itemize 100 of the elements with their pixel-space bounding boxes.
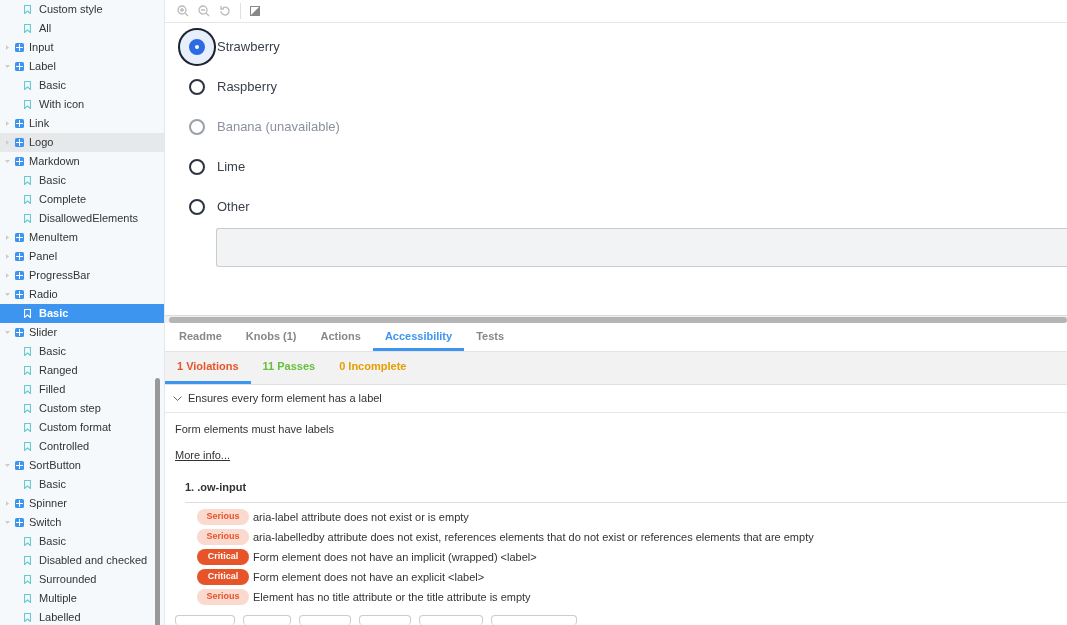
radio-button[interactable] (189, 158, 205, 175)
reset-icon[interactable] (219, 4, 231, 17)
grid-icon (15, 499, 24, 508)
zoom-out-icon[interactable] (198, 4, 210, 17)
sidebar-component[interactable]: Markdown (0, 152, 164, 171)
radio-button[interactable] (189, 78, 205, 95)
addon-tab[interactable]: Readme (167, 323, 234, 352)
sidebar-story[interactable]: Custom step (0, 399, 164, 418)
sidebar-component[interactable]: ProgressBar (0, 266, 164, 285)
sidebar-story[interactable]: Basic (0, 171, 164, 190)
bookmark-icon (24, 556, 31, 565)
bookmark-icon (24, 176, 31, 185)
sidebar-story[interactable]: Basic (0, 532, 164, 551)
caret-icon (5, 330, 10, 335)
bookmark-icon (24, 537, 31, 546)
caret-icon (5, 520, 10, 525)
sidebar-story[interactable]: Basic (0, 76, 164, 95)
sidebar-component[interactable]: Input (0, 38, 164, 57)
sidebar-story[interactable]: Controlled (0, 437, 164, 456)
sidebar-story[interactable]: Disabled and checked (0, 551, 164, 570)
scrollbar-thumb[interactable] (155, 378, 160, 625)
caret-icon (5, 292, 10, 297)
radio-label[interactable]: Raspberry (217, 77, 277, 97)
grid-icon (15, 62, 24, 71)
caret-icon (5, 140, 10, 145)
caret-icon (5, 159, 10, 164)
element-selector: 1. .ow-input (185, 481, 247, 494)
caret-icon (5, 463, 10, 468)
bookmark-icon (24, 423, 31, 432)
bookmark-icon (24, 404, 31, 413)
caret-icon (5, 235, 10, 240)
radio-label[interactable]: Strawberry (217, 37, 280, 57)
bookmark-icon (24, 24, 31, 33)
rule-title[interactable]: Ensures every form element has a label (188, 390, 382, 407)
bookmark-icon (24, 385, 31, 394)
grid-icon (15, 119, 24, 128)
bookmark-icon (24, 347, 31, 356)
grid-icon (15, 43, 24, 52)
sidebar-story[interactable]: Complete (0, 190, 164, 209)
more-info-link[interactable]: More info... (175, 449, 231, 461)
sidebar-story[interactable]: All (0, 19, 164, 38)
horizontal-scrollbar[interactable] (165, 314, 1067, 324)
grid-icon (15, 157, 24, 166)
addon-tab[interactable]: Tests (464, 323, 517, 352)
addon-tab[interactable]: Actions (308, 323, 373, 352)
sidebar-story[interactable]: Filled (0, 380, 164, 399)
grid-icon (15, 290, 24, 299)
grid-icon (15, 271, 24, 280)
radio-label[interactable]: Lime (217, 157, 246, 177)
sidebar-story[interactable]: Ranged (0, 361, 164, 380)
radio-label[interactable]: Other (217, 197, 250, 217)
grid-icon (15, 233, 24, 242)
grid-icon (15, 252, 24, 261)
caret-icon (5, 273, 10, 278)
grid-icon (15, 461, 24, 470)
contrast-icon[interactable] (250, 5, 260, 16)
grid-icon (15, 138, 24, 147)
impact-badge: Critical (197, 549, 249, 565)
sidebar-story[interactable]: Labelled (0, 608, 164, 625)
grid-icon (15, 328, 24, 337)
check-message: Element has no title attribute or the title attribute is empty (253, 589, 531, 605)
bookmark-icon (24, 100, 31, 109)
sidebar-story[interactable]: Surrounded (0, 570, 164, 589)
addon-tab[interactable]: Knobs (1) (233, 323, 309, 352)
check-message: aria-labelledby attribute does not exist, references elements that do not exist or references elements that are empty (253, 529, 814, 545)
sidebar-story[interactable]: Basic (0, 342, 164, 361)
bookmark-icon (24, 442, 31, 451)
radio-button[interactable] (189, 198, 205, 215)
impact-badge: Serious (197, 509, 249, 525)
bookmark-icon (24, 575, 31, 584)
caret-icon (5, 254, 10, 259)
sidebar-component[interactable]: SortButton (0, 456, 164, 475)
caret-icon (5, 121, 10, 126)
sidebar-component[interactable]: Label (0, 57, 164, 76)
sidebar-component[interactable]: Radio (0, 285, 164, 304)
sidebar-story[interactable]: Custom format (0, 418, 164, 437)
zoom-in-icon[interactable] (177, 4, 189, 17)
sidebar-component[interactable]: MenuItem (0, 228, 164, 247)
sidebar-story[interactable]: Custom style (0, 0, 164, 19)
sidebar-story[interactable]: Multiple (0, 589, 164, 608)
sidebar-component[interactable]: Logo (0, 133, 164, 152)
sidebar-component[interactable]: Spinner (0, 494, 164, 513)
bookmark-icon (24, 214, 31, 223)
caret-icon (5, 64, 10, 69)
check-message: Form element does not have an explicit <label> (253, 569, 485, 585)
sidebar-component[interactable]: Slider (0, 323, 164, 342)
bookmark-icon (24, 5, 31, 14)
bookmark-icon (24, 480, 31, 489)
sidebar-story[interactable]: DisallowedElements (0, 209, 164, 228)
sidebar-component[interactable]: Panel (0, 247, 164, 266)
sidebar-story[interactable]: Basic (0, 475, 164, 494)
caret-icon (5, 501, 10, 506)
sidebar-component[interactable]: Link (0, 114, 164, 133)
bookmark-icon (24, 366, 31, 375)
impact-badge: Serious (197, 529, 249, 545)
bookmark-icon (24, 81, 31, 90)
sidebar-component[interactable]: Switch (0, 513, 164, 532)
rule-description: Form elements must have labels (175, 422, 335, 438)
text-input[interactable] (216, 227, 1067, 267)
sidebar-story[interactable]: With icon (0, 95, 164, 114)
